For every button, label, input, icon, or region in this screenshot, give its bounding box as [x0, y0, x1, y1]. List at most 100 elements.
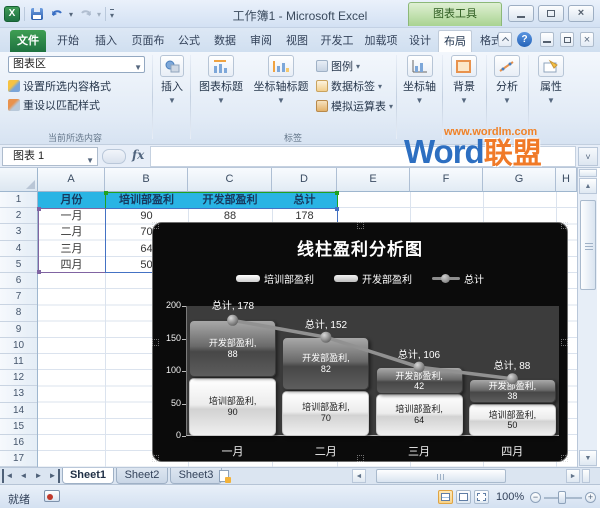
row-header-15[interactable]: 15 [0, 419, 37, 435]
vscroll-split-handle[interactable] [579, 169, 597, 177]
tab-review[interactable]: 审阅 [244, 30, 278, 52]
axis-titles-button[interactable]: 坐标轴标题 ▼ [250, 55, 312, 105]
restore-button[interactable] [538, 5, 564, 22]
total-label-mar[interactable]: 总计, 106 [374, 346, 464, 361]
hscroll-left-button[interactable]: ◄ [352, 469, 366, 483]
vscroll-up-button[interactable]: ▲ [579, 178, 597, 194]
row-header-7[interactable]: 7 [0, 289, 37, 306]
name-box[interactable]: 图表 1 ▼ [2, 147, 98, 166]
row-header-14[interactable]: 14 [0, 403, 37, 419]
chart-title-button[interactable]: 图表标题 ▼ [194, 55, 248, 105]
row-header-17[interactable]: 17 [0, 451, 37, 468]
legend-item-total[interactable]: 总计 [432, 271, 484, 286]
row-header-1[interactable]: 1 [0, 192, 37, 209]
cell-A2[interactable]: 一月 [38, 208, 105, 224]
zoom-level[interactable]: 100% [496, 491, 524, 503]
column-header-D[interactable]: D [272, 168, 337, 192]
tab-layout-active[interactable]: 布局 [438, 30, 472, 52]
row-header-16[interactable]: 16 [0, 435, 37, 452]
total-marker-apr[interactable] [506, 373, 518, 385]
vscroll-thumb[interactable] [580, 200, 596, 290]
zoom-slider-thumb[interactable] [558, 491, 566, 504]
total-label-apr[interactable]: 总计, 88 [467, 357, 557, 372]
column-header-A[interactable]: A [38, 168, 105, 192]
chart-selection-handle[interactable] [357, 455, 364, 462]
tab-view[interactable]: 视图 [280, 30, 314, 52]
tab-addins[interactable]: 加载项 [360, 30, 402, 52]
column-header-C[interactable]: C [188, 168, 272, 192]
data-table-button[interactable]: 模拟运算表 ▾ [316, 98, 393, 114]
next-sheet-button[interactable]: ► [32, 469, 45, 483]
properties-button[interactable]: 属性 ▼ [531, 55, 571, 105]
hscroll-split-handle[interactable] [582, 469, 590, 483]
column-header-H[interactable]: H [556, 168, 577, 192]
row-header-13[interactable]: 13 [0, 386, 37, 403]
total-label-feb[interactable]: 总计, 152 [281, 316, 371, 331]
first-sheet-button[interactable]: ◄ [2, 469, 15, 483]
cell-A4[interactable]: 三月 [38, 241, 105, 257]
cell-D1[interactable]: 总计 [272, 192, 337, 209]
tab-page-layout[interactable]: 页面布 [126, 30, 170, 52]
row-header-8[interactable]: 8 [0, 305, 37, 322]
chart-selection-handle[interactable] [561, 339, 568, 346]
total-label-jan[interactable]: 总计, 178 [188, 297, 278, 312]
tab-design[interactable]: 设计 [404, 30, 436, 52]
page-layout-view-button[interactable] [456, 490, 471, 504]
help-button[interactable]: ? [517, 32, 532, 47]
chart-selection-handle[interactable] [152, 222, 159, 229]
row-header-5[interactable]: 5 [0, 257, 37, 273]
sheet-tab-sheet3[interactable]: Sheet3 [170, 468, 222, 484]
hscroll-thumb[interactable] [376, 469, 506, 483]
last-sheet-button[interactable]: ► [47, 469, 60, 483]
prev-sheet-button[interactable]: ◄ [17, 469, 30, 483]
row-header-11[interactable]: 11 [0, 354, 37, 371]
chart-title[interactable]: 线柱盈利分析图 [153, 235, 567, 260]
close-button[interactable]: × [568, 5, 594, 22]
chart-selection-handle[interactable] [152, 455, 159, 462]
minimize-button[interactable] [508, 5, 534, 22]
tab-home[interactable]: 开始 [50, 30, 86, 52]
background-button[interactable]: 背景 ▼ [445, 55, 483, 105]
cell-C1[interactable]: 开发部盈利 [188, 192, 272, 209]
column-header-F[interactable]: F [410, 168, 483, 192]
row-header-3[interactable]: 3 [0, 224, 37, 241]
tab-data[interactable]: 数据 [208, 30, 242, 52]
horizontal-scrollbar[interactable]: ◄ ► [352, 469, 596, 484]
chart-object[interactable]: 线柱盈利分析图 培训部盈利 开发部盈利 总计 200 150 100 50 0 [152, 222, 568, 462]
vertical-scrollbar[interactable]: ▲ ▼ [577, 168, 597, 467]
collapse-ribbon-button[interactable] [498, 32, 512, 47]
doc-minimize-button[interactable] [540, 32, 554, 47]
insert-function-button[interactable]: fx [132, 148, 144, 162]
total-marker-jan[interactable] [227, 314, 239, 326]
reset-to-match-style-button[interactable]: 重设以匹配样式 [8, 97, 100, 113]
tab-developer[interactable]: 开发工 [316, 30, 358, 52]
chart-selection-handle[interactable] [561, 455, 568, 462]
legend-item-dev[interactable]: 开发部盈利 [334, 271, 412, 286]
column-header-E[interactable]: E [337, 168, 410, 192]
row-header-10[interactable]: 10 [0, 338, 37, 354]
format-selection-button[interactable]: 设置所选内容格式 [8, 78, 111, 94]
hscroll-right-button[interactable]: ► [566, 469, 580, 483]
record-macro-icon[interactable] [44, 490, 60, 502]
column-header-G[interactable]: G [483, 168, 556, 192]
cell-A5[interactable]: 四月 [38, 257, 105, 273]
tab-file[interactable]: 文件 [10, 30, 46, 52]
zoom-out-button[interactable]: − [530, 492, 541, 503]
insert-worksheet-button[interactable] [219, 470, 239, 483]
normal-view-button[interactable] [438, 490, 453, 504]
cell-A1[interactable]: 月份 [38, 192, 105, 209]
doc-restore-button[interactable] [560, 32, 574, 47]
sheet-tab-sheet1[interactable]: Sheet1 [62, 468, 114, 484]
row-header-9[interactable]: 9 [0, 322, 37, 338]
chart-selection-handle[interactable] [357, 222, 364, 229]
total-marker-feb[interactable] [320, 331, 332, 343]
chart-elements-combo[interactable]: 图表区 ▼ [8, 56, 145, 73]
row-header-12[interactable]: 12 [0, 370, 37, 387]
row-header-2[interactable]: 2 [0, 208, 37, 225]
total-marker-mar[interactable] [413, 361, 425, 373]
row-header-4[interactable]: 4 [0, 241, 37, 257]
sheet-tab-sheet2[interactable]: Sheet2 [116, 468, 168, 484]
tab-formulas[interactable]: 公式 [172, 30, 206, 52]
legend-button[interactable]: 图例 ▾ [316, 58, 360, 74]
insert-button[interactable]: 插入 ▼ [155, 55, 189, 105]
